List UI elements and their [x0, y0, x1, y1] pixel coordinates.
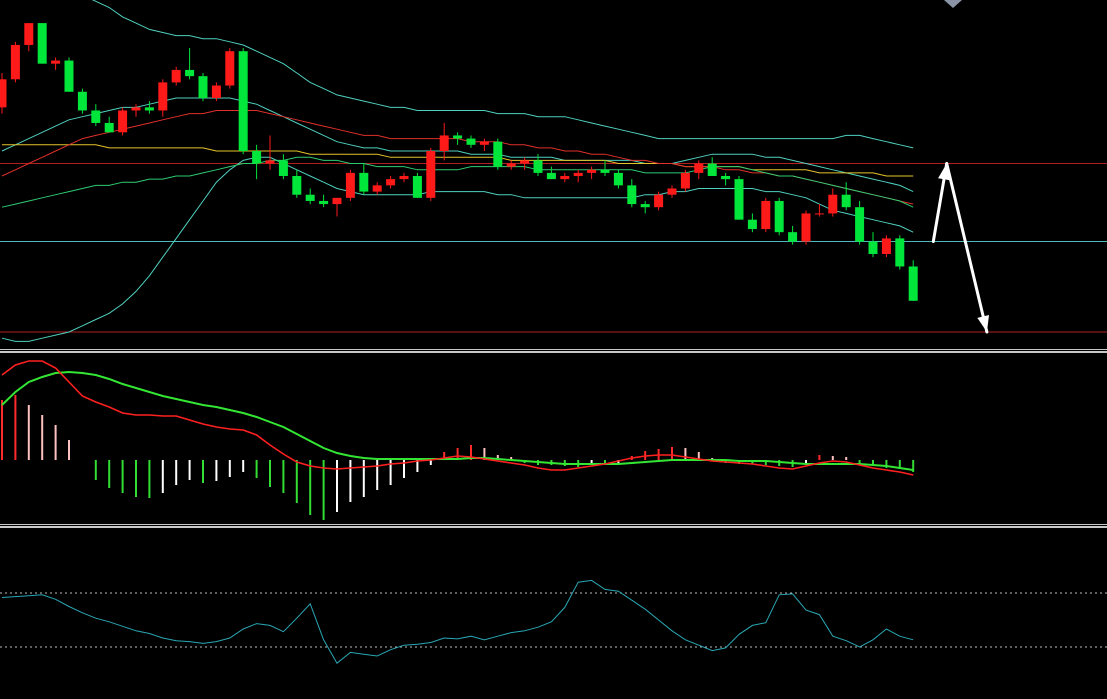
candle-body: [319, 200, 329, 205]
candle-body: [252, 151, 262, 164]
candle-body: [895, 238, 905, 267]
candle-body: [265, 160, 275, 164]
candle: [412, 172, 422, 198]
candle-body: [37, 23, 47, 64]
candle-body: [426, 151, 436, 198]
candle-body: [613, 172, 623, 186]
candle-body: [855, 207, 865, 242]
candle-body: [238, 51, 248, 152]
candle-body: [386, 179, 396, 186]
candle-body: [77, 91, 87, 111]
candle: [895, 235, 905, 270]
candle: [855, 200, 865, 245]
candle-body: [908, 266, 918, 301]
candle-body: [332, 197, 342, 205]
stock-chart: [0, 0, 1107, 699]
candle: [10, 41, 20, 83]
candle-body: [573, 172, 583, 176]
candle: [426, 147, 436, 201]
candle-body: [118, 110, 128, 133]
candle-body: [680, 172, 690, 189]
candle-body: [225, 51, 235, 86]
candle-body: [868, 241, 878, 254]
candle-body: [412, 176, 422, 198]
candle-body: [158, 82, 168, 111]
candle-body: [801, 213, 811, 242]
candle-body: [51, 60, 61, 64]
candle-body: [694, 163, 704, 173]
candle: [345, 169, 355, 201]
candle-body: [104, 122, 114, 133]
candle-body: [546, 172, 556, 180]
candle-body: [64, 60, 74, 92]
candle-body: [533, 160, 543, 173]
candle-body: [881, 238, 891, 254]
candle-body: [761, 200, 771, 230]
candle: [493, 138, 503, 170]
candle-body: [721, 176, 731, 180]
candle-body: [747, 219, 757, 230]
candle-body: [600, 169, 610, 173]
candle-body: [131, 107, 141, 111]
candle-body: [0, 79, 7, 108]
candle: [37, 23, 47, 64]
candle: [734, 176, 744, 220]
candle-body: [372, 185, 382, 192]
candle-body: [198, 76, 208, 98]
candle-body: [439, 135, 449, 152]
candle-body: [707, 163, 717, 176]
candle-body: [10, 44, 20, 80]
candle-body: [24, 23, 34, 45]
candle-body: [493, 141, 503, 167]
candle-body: [828, 194, 838, 214]
candle-body: [171, 69, 181, 83]
candle-body: [520, 160, 530, 164]
candle-body: [560, 176, 570, 180]
candle: [238, 48, 248, 155]
candle-body: [654, 194, 664, 208]
candle: [77, 88, 87, 114]
candle-body: [788, 232, 798, 242]
candle: [680, 169, 690, 192]
candle-body: [453, 135, 463, 139]
candle-body: [292, 176, 302, 195]
candle-body: [345, 172, 355, 198]
candle-body: [627, 185, 637, 205]
candle: [801, 210, 811, 245]
panel-separator-gap: [0, 350, 1107, 351]
candle-body: [774, 200, 784, 233]
candle: [64, 57, 74, 92]
candle-body: [466, 138, 476, 145]
candle: [225, 48, 235, 89]
candle: [774, 197, 784, 236]
candle-body: [185, 69, 195, 77]
candle-body: [734, 179, 744, 220]
candle-body: [506, 163, 516, 167]
candle: [881, 235, 891, 258]
candle-body: [814, 213, 824, 215]
candle-body: [841, 194, 851, 208]
candle-body: [144, 107, 154, 111]
candle-body: [479, 141, 489, 145]
candle-body: [640, 204, 650, 208]
candle: [198, 73, 208, 102]
candle-body: [305, 194, 315, 201]
candle: [118, 107, 128, 136]
candle-body: [399, 176, 409, 180]
candle-body: [211, 85, 221, 98]
candle-body: [587, 169, 597, 173]
candle: [761, 197, 771, 233]
candle-body: [91, 110, 101, 123]
candle-body: [359, 172, 369, 192]
panel-separator-gap: [0, 525, 1107, 526]
candle-body: [278, 160, 288, 176]
candle-body: [667, 188, 677, 195]
